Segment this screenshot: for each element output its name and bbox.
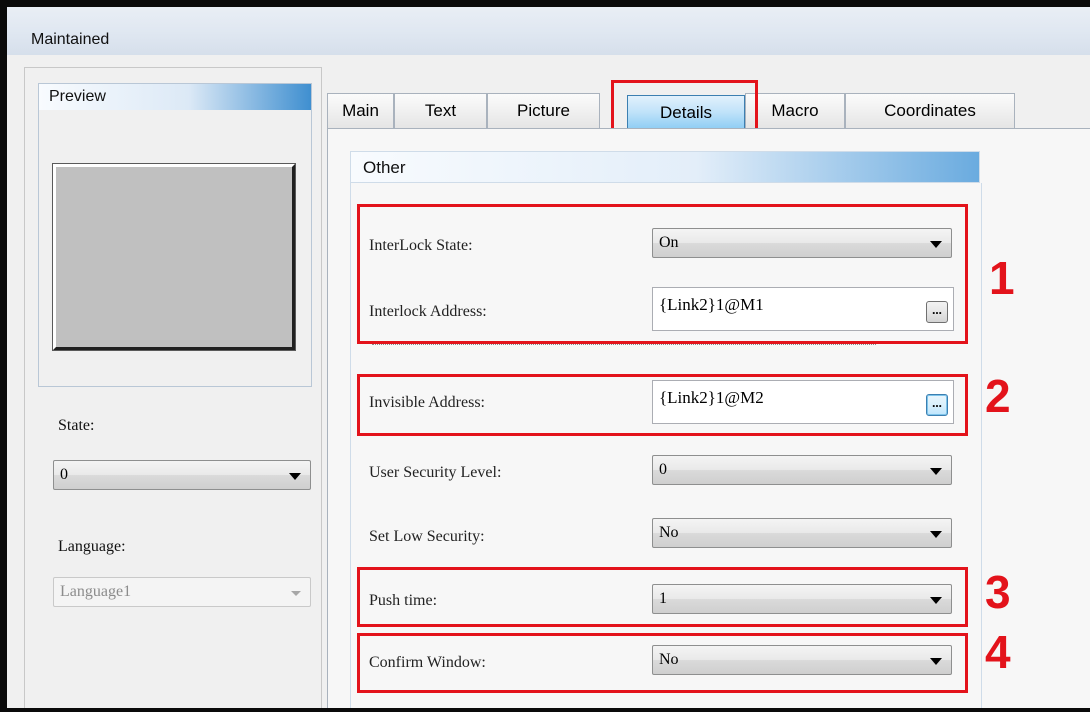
tab-text[interactable]: Text <box>394 93 487 129</box>
tab-main[interactable]: Main <box>327 93 394 129</box>
chevron-down-icon <box>291 591 301 596</box>
user-security-level-label: User Security Level: <box>369 464 502 481</box>
annotation-number-4: 4 <box>985 626 1011 678</box>
tab-macro[interactable]: Macro <box>745 93 845 129</box>
chevron-down-icon <box>930 531 942 538</box>
annotation-box-1 <box>357 204 968 344</box>
language-select-value: Language1 <box>60 583 132 600</box>
annotation-number-3: 3 <box>985 566 1011 618</box>
annotation-box-2 <box>357 374 968 436</box>
annotation-number-2: 2 <box>985 370 1011 422</box>
preview-group: Preview <box>38 83 312 387</box>
language-label: Language: <box>58 538 126 555</box>
dialog-client-area: Preview State: 0 Language: Language1 Mai… <box>24 55 1090 708</box>
separator <box>372 344 876 345</box>
preview-header: Preview <box>39 84 311 110</box>
tab-coordinates[interactable]: Coordinates <box>845 93 1015 129</box>
dialog-window: Maintained Preview State: 0 Language: La… <box>0 0 1090 712</box>
set-low-security-label: Set Low Security: <box>369 528 485 545</box>
language-select: Language1 <box>53 577 311 607</box>
window-title: Maintained <box>31 31 110 48</box>
user-security-level-value: 0 <box>659 461 667 478</box>
title-bar: Maintained <box>7 7 1090 55</box>
set-low-security-value: No <box>659 524 679 541</box>
tab-picture[interactable]: Picture <box>487 93 600 129</box>
state-select[interactable]: 0 <box>53 460 311 490</box>
chevron-down-icon <box>930 468 942 475</box>
annotation-box-4 <box>357 633 968 693</box>
annotation-box-3 <box>357 567 968 627</box>
set-low-security-select[interactable]: No <box>652 518 952 548</box>
chevron-down-icon <box>289 473 301 480</box>
left-panel: Preview State: 0 Language: Language1 <box>24 67 322 708</box>
other-group-header: Other <box>350 151 980 183</box>
preview-button-image <box>52 163 296 351</box>
state-label: State: <box>58 417 95 434</box>
annotation-number-1: 1 <box>989 252 1015 304</box>
user-security-level-select[interactable]: 0 <box>652 455 952 485</box>
state-select-value: 0 <box>60 466 68 483</box>
